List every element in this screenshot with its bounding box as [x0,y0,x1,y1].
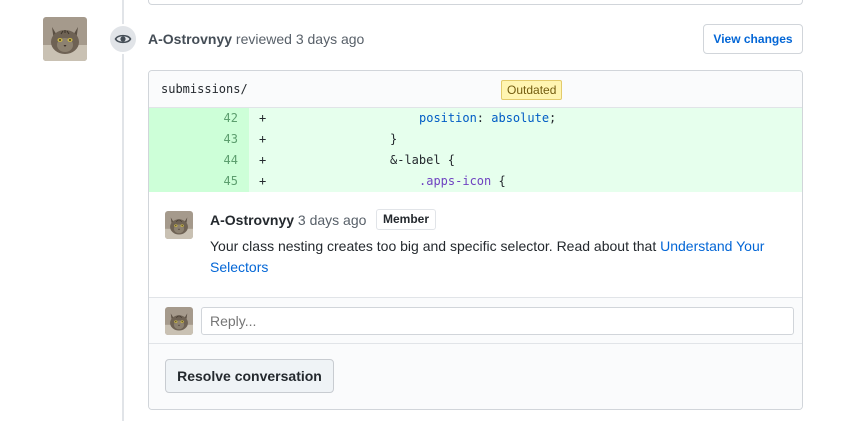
addition-marker: + [259,132,267,146]
code-text: } [390,132,398,146]
previous-item-edge [148,0,803,5]
reply-input[interactable] [201,307,794,335]
code-separator: : [476,111,492,125]
code-brace: { [491,174,506,188]
addition-marker: + [259,174,267,188]
reviewer-avatar[interactable] [43,17,87,61]
line-number[interactable]: 44 [149,150,249,171]
file-path[interactable]: submissions/ [161,82,248,96]
addition-marker: + [259,111,267,125]
css-selector: .apps-icon [419,174,492,188]
code-end: ; [549,111,557,125]
eye-icon [108,24,138,54]
css-property: position [419,111,477,125]
comment-header: A-Ostrovnyy 3 days ago [210,212,366,228]
comment-text: Your class nesting creates too big and s… [210,238,661,254]
outdated-badge: Outdated [501,80,563,100]
comment-avatar[interactable] [165,211,193,239]
resolve-area: Resolve conversation [149,344,802,409]
diff-block: 42 + position: absolute; 43 + } 44 + &-l… [149,108,802,192]
comment-author[interactable]: A-Ostrovnyy [210,212,294,228]
diff-line: 45 + .apps-icon { [149,171,802,192]
current-user-avatar [165,307,193,335]
line-number[interactable]: 42 [149,108,249,129]
reply-area [149,298,802,344]
code-text: .apps-icon { [419,171,506,192]
review-author[interactable]: A-Ostrovnyy [148,31,232,47]
resolve-conversation-button[interactable]: Resolve conversation [165,359,334,393]
line-number[interactable]: 43 [149,129,249,150]
review-thread: submissions/ Outdated 42 + position: abs… [148,70,803,410]
css-value: absolute [491,111,550,125]
diff-line: 44 + &-label { [149,150,802,171]
code-text: position: absolute; [419,108,556,129]
addition-marker: + [259,153,267,167]
code-text: &-label { [390,153,456,167]
comment-body: Your class nesting creates too big and s… [210,236,780,278]
comment-time[interactable]: 3 days ago [298,212,367,228]
member-badge: Member [376,209,437,230]
review-action: reviewed [235,31,292,47]
review-time[interactable]: 3 days ago [296,31,365,47]
diff-line: 42 + position: absolute; [149,108,802,129]
line-number[interactable]: 45 [149,171,249,192]
review-comment: A-Ostrovnyy 3 days ago Member Your class… [149,192,802,298]
timeline-line [122,0,124,421]
diff-line: 43 + } [149,129,802,150]
review-header: A-Ostrovnyy reviewed 3 days ago [148,31,364,47]
view-changes-button[interactable]: View changes [703,24,803,54]
file-header: submissions/ Outdated [149,71,802,108]
